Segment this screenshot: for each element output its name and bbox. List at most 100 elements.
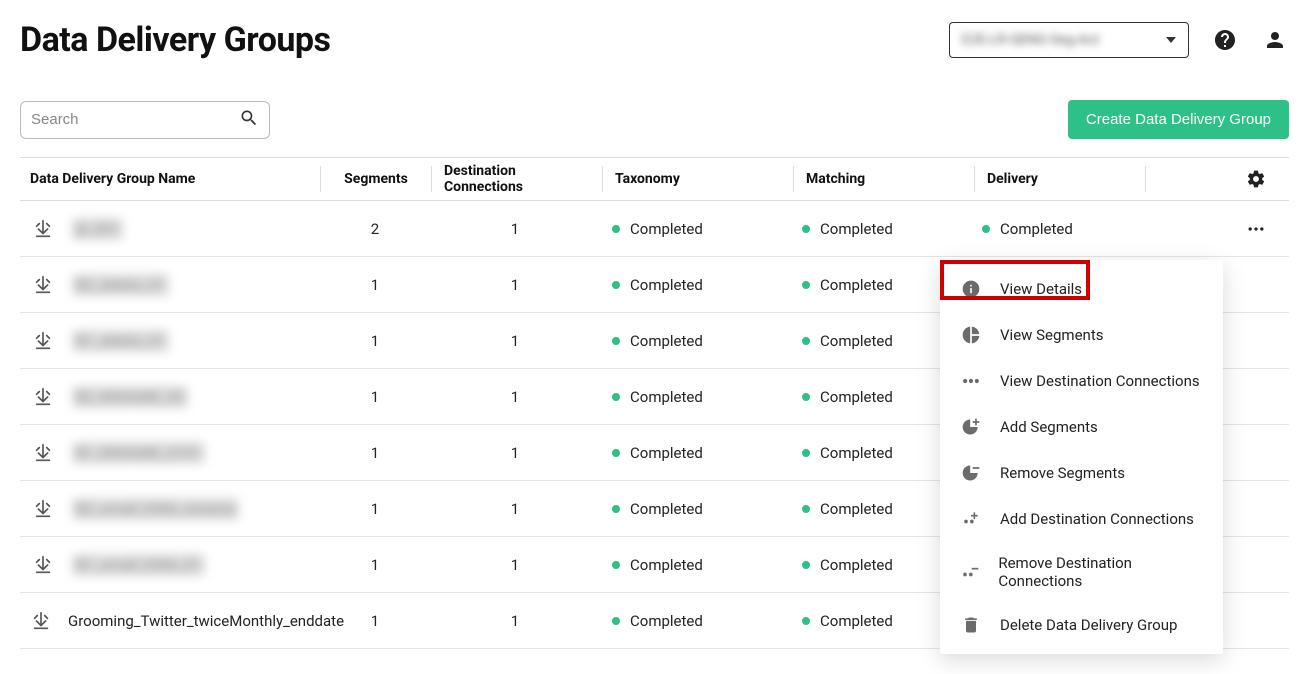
cell-segments: 1 bbox=[320, 556, 430, 574]
row-name: B2_delete_01 bbox=[72, 274, 169, 296]
status-text: Completed bbox=[820, 276, 893, 294]
menu-label: Remove Destination Connections bbox=[998, 554, 1203, 590]
menu-label: Delete Data Delivery Group bbox=[1000, 616, 1177, 634]
row-name: Grooming_Twitter_twiceMonthly_enddate bbox=[68, 612, 344, 630]
account-label: E2E-LR-QENG-Seg-Act bbox=[962, 32, 1099, 48]
status-dot-icon bbox=[802, 449, 810, 457]
add-pie-icon bbox=[960, 416, 982, 438]
account-dropdown[interactable]: E2E-LR-QENG-Seg-Act bbox=[949, 22, 1189, 58]
menu-label: View Destination Connections bbox=[1000, 372, 1200, 390]
menu-view-segments[interactable]: View Segments bbox=[940, 312, 1223, 358]
status-text: Completed bbox=[820, 332, 893, 350]
page-title: Data Delivery Groups bbox=[20, 20, 331, 60]
cell-destinations: 1 bbox=[430, 220, 600, 238]
remove-connection-icon bbox=[960, 561, 980, 583]
status-dot-icon bbox=[802, 505, 810, 513]
menu-delete-group[interactable]: Delete Data Delivery Group bbox=[940, 602, 1223, 648]
menu-label: Add Destination Connections bbox=[1000, 510, 1194, 528]
search-icon bbox=[239, 108, 259, 132]
chevron-down-icon bbox=[1166, 37, 1176, 43]
status-text: Completed bbox=[820, 612, 893, 630]
status-text: Completed bbox=[630, 332, 703, 350]
status-dot-icon bbox=[802, 393, 810, 401]
delivery-group-icon bbox=[30, 608, 52, 634]
status-dot-icon bbox=[802, 337, 810, 345]
delivery-group-icon bbox=[30, 216, 56, 242]
search-box[interactable] bbox=[20, 101, 270, 139]
add-connection-icon bbox=[960, 508, 982, 530]
remove-pie-icon bbox=[960, 462, 982, 484]
delivery-group-icon bbox=[30, 552, 56, 578]
status-text: Completed bbox=[630, 220, 703, 238]
delivery-group-icon bbox=[30, 384, 56, 410]
delivery-group-icon bbox=[30, 328, 56, 354]
connections-icon bbox=[960, 370, 982, 392]
column-destinations[interactable]: Destination Connections bbox=[432, 163, 602, 195]
cell-segments: 1 bbox=[320, 612, 430, 630]
status-text: Completed bbox=[630, 612, 703, 630]
row-name: B2_RENAME_02 bbox=[72, 386, 188, 408]
status-dot-icon bbox=[802, 225, 810, 233]
menu-label: Remove Segments bbox=[1000, 464, 1125, 482]
row-name: B1_delete_01 bbox=[72, 330, 169, 352]
status-dot-icon bbox=[612, 281, 620, 289]
status-text: Completed bbox=[820, 220, 893, 238]
cell-destinations: 1 bbox=[430, 276, 600, 294]
delivery-group-icon bbox=[30, 440, 56, 466]
cell-segments: 1 bbox=[320, 388, 430, 406]
column-taxonomy[interactable]: Taxonomy bbox=[603, 171, 793, 187]
search-input[interactable] bbox=[31, 111, 239, 128]
cell-segments: 1 bbox=[320, 444, 430, 462]
row-name: jk_001 bbox=[72, 218, 123, 240]
status-dot-icon bbox=[612, 449, 620, 457]
delivery-group-icon bbox=[30, 272, 56, 298]
menu-label: View Details bbox=[1000, 280, 1082, 298]
menu-remove-destinations[interactable]: Remove Destination Connections bbox=[940, 542, 1223, 602]
row-name: B2_small_0506_rename bbox=[72, 498, 239, 520]
help-icon[interactable] bbox=[1211, 26, 1239, 54]
column-segments[interactable]: Segments bbox=[321, 171, 431, 187]
menu-view-details[interactable]: View Details bbox=[940, 266, 1223, 312]
row-name: B1_small_0506_01 bbox=[72, 554, 205, 576]
delivery-group-icon bbox=[30, 496, 56, 522]
menu-add-destinations[interactable]: Add Destination Connections bbox=[940, 496, 1223, 542]
table-row[interactable]: jk_001 21 Completed Completed Completed bbox=[20, 201, 1289, 257]
info-icon bbox=[960, 278, 982, 300]
cell-destinations: 1 bbox=[430, 500, 600, 518]
column-name[interactable]: Data Delivery Group Name bbox=[20, 171, 320, 187]
column-delivery[interactable]: Delivery bbox=[975, 171, 1145, 187]
cell-destinations: 1 bbox=[430, 332, 600, 350]
cell-segments: 2 bbox=[320, 220, 430, 238]
status-text: Completed bbox=[630, 444, 703, 462]
status-text: Completed bbox=[820, 444, 893, 462]
status-text: Completed bbox=[630, 500, 703, 518]
cell-destinations: 1 bbox=[430, 556, 600, 574]
status-dot-icon bbox=[612, 393, 620, 401]
status-text: Completed bbox=[630, 556, 703, 574]
menu-remove-segments[interactable]: Remove Segments bbox=[940, 450, 1223, 496]
user-icon[interactable] bbox=[1261, 26, 1289, 54]
menu-add-segments[interactable]: Add Segments bbox=[940, 404, 1223, 450]
status-dot-icon bbox=[802, 617, 810, 625]
row-context-menu: View Details View Segments View Destinat… bbox=[940, 260, 1223, 654]
gear-icon[interactable] bbox=[1241, 164, 1271, 194]
table-header: Data Delivery Group Name Segments Destin… bbox=[20, 157, 1289, 201]
status-dot-icon bbox=[612, 337, 620, 345]
row-name: B1_RENAME_0101 bbox=[72, 442, 205, 464]
status-dot-icon bbox=[612, 225, 620, 233]
create-group-button[interactable]: Create Data Delivery Group bbox=[1068, 100, 1289, 139]
status-text: Completed bbox=[820, 388, 893, 406]
status-text: Completed bbox=[630, 388, 703, 406]
menu-view-destinations[interactable]: View Destination Connections bbox=[940, 358, 1223, 404]
status-dot-icon bbox=[612, 505, 620, 513]
cell-segments: 1 bbox=[320, 276, 430, 294]
more-actions-icon[interactable] bbox=[1241, 214, 1271, 244]
status-dot-icon bbox=[802, 281, 810, 289]
status-text: Completed bbox=[1000, 220, 1073, 238]
status-dot-icon bbox=[612, 561, 620, 569]
cell-destinations: 1 bbox=[430, 388, 600, 406]
status-text: Completed bbox=[820, 500, 893, 518]
column-matching[interactable]: Matching bbox=[794, 171, 974, 187]
trash-icon bbox=[960, 614, 982, 636]
menu-label: Add Segments bbox=[1000, 418, 1098, 436]
